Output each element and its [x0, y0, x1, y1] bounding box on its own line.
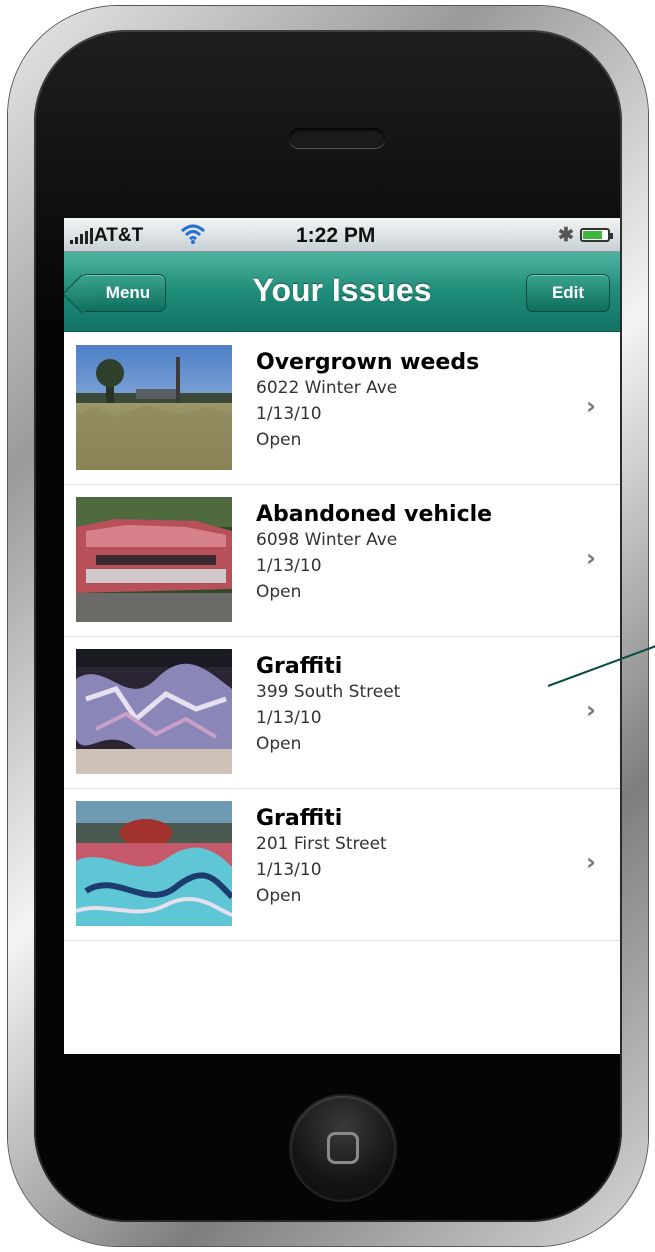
issue-date: 1/13/10 — [256, 404, 322, 424]
issue-title: Graffiti — [256, 654, 343, 679]
phone-screen: AT&T 1:22 PM ✱ Menu Your Issues Edit Ove… — [64, 218, 620, 1054]
status-time: 1:22 PM — [296, 224, 376, 247]
list-item[interactable]: Overgrown weeds 6022 Winter Ave 1/13/10 … — [64, 333, 620, 485]
issue-address: 201 First Street — [256, 834, 387, 854]
issues-list: Overgrown weeds 6022 Winter Ave 1/13/10 … — [64, 333, 620, 941]
issue-date: 1/13/10 — [256, 708, 322, 728]
issue-address: 6098 Winter Ave — [256, 530, 398, 550]
chevron-right-icon: › — [586, 848, 596, 876]
home-square-icon — [327, 1132, 359, 1164]
navigation-bar: Menu Your Issues Edit — [64, 252, 620, 332]
bluetooth-icon: ✱ — [558, 225, 574, 246]
home-button[interactable] — [291, 1096, 395, 1200]
chevron-right-icon: › — [586, 696, 596, 724]
issue-address: 399 South Street — [256, 682, 401, 702]
issue-photo-vehicle — [76, 497, 232, 622]
chevron-right-icon: › — [586, 544, 596, 572]
carrier-name: AT&T — [94, 225, 144, 246]
issue-title: Overgrown weeds — [256, 350, 480, 375]
issue-date: 1/13/10 — [256, 556, 322, 576]
signal-strength-icon — [70, 228, 93, 244]
issue-title: Abandoned vehicle — [256, 502, 493, 527]
edit-button[interactable]: Edit — [526, 274, 610, 312]
chevron-right-icon: › — [586, 392, 596, 420]
issue-status: Open — [256, 734, 302, 754]
issue-photo-weeds — [76, 345, 232, 470]
callout-pointer — [548, 645, 655, 687]
issue-photo-graffiti-2 — [76, 801, 232, 926]
issue-address: 6022 Winter Ave — [256, 378, 398, 398]
issue-status: Open — [256, 886, 302, 906]
issue-photo-graffiti-1 — [76, 649, 232, 774]
issue-status: Open — [256, 430, 302, 450]
list-item[interactable]: Abandoned vehicle 6098 Winter Ave 1/13/1… — [64, 485, 620, 637]
issue-date: 1/13/10 — [256, 860, 322, 880]
battery-level — [583, 231, 603, 239]
status-bar: AT&T 1:22 PM ✱ — [64, 218, 620, 252]
battery-icon — [580, 228, 613, 242]
list-item[interactable]: Graffiti 399 South Street 1/13/10 Open › — [64, 637, 620, 789]
wifi-icon — [180, 224, 206, 244]
issue-title: Graffiti — [256, 806, 343, 831]
list-item[interactable]: Graffiti 201 First Street 1/13/10 Open › — [64, 789, 620, 941]
earpiece-speaker — [289, 128, 385, 148]
issue-status: Open — [256, 582, 302, 602]
